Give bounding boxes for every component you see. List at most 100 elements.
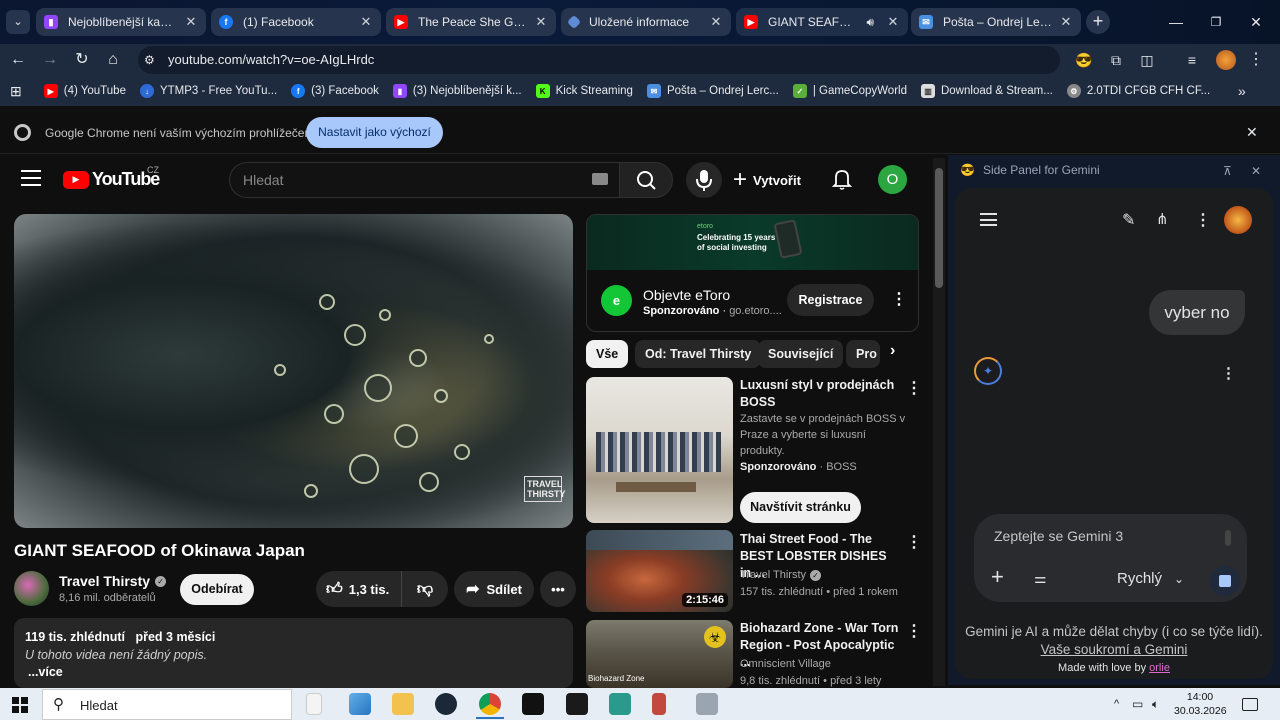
bookmark-download-stream[interactable]: ▥ Download & Stream...	[920, 84, 1053, 98]
more-actions-button[interactable]: •••	[540, 571, 576, 607]
chip-from-channel[interactable]: Od: Travel Thirsty	[635, 340, 762, 368]
close-window-button[interactable]: ✕	[1244, 10, 1268, 34]
youtube-logo[interactable]: ▶ YouTube	[63, 169, 160, 190]
bookmark-tdi[interactable]: ⚙ 2.0TDI CFGB CFH CF...	[1066, 84, 1210, 98]
keyboard-icon[interactable]	[592, 173, 608, 185]
visit-site-button[interactable]: Navštívit stránku	[740, 492, 861, 523]
bookmark-twitch[interactable]: ▮ (3) Nejoblíbenější k...	[392, 84, 522, 98]
search-input[interactable]: Hledat	[229, 162, 619, 198]
gemini-more-icon[interactable]: ⋮	[1195, 210, 1211, 230]
minimize-button[interactable]: —	[1164, 10, 1188, 34]
close-icon[interactable]: ✕	[359, 14, 373, 30]
show-more-link[interactable]: ...více	[28, 665, 63, 679]
share-button[interactable]: ➦ Sdílet	[454, 571, 534, 607]
extension-icon[interactable]: 😎	[1072, 48, 1096, 72]
ad-card[interactable]: etoro Celebrating 15 years of social inv…	[586, 214, 919, 332]
app-icon-gray[interactable]	[696, 693, 718, 715]
taskbar-search-input[interactable]: ⚲ Hledat	[42, 689, 292, 720]
photos-icon[interactable]	[349, 693, 371, 715]
file-explorer-icon[interactable]	[392, 693, 414, 715]
channel-name-row[interactable]: Travel Thirsty ✓	[59, 573, 167, 589]
ad-more-icon[interactable]: ⋮	[891, 289, 907, 309]
thai-food-thumbnail[interactable]: 2:15:46	[586, 530, 733, 612]
notepad-icon[interactable]	[306, 693, 322, 715]
biohazard-thumbnail[interactable]: ☣ Biohazard Zone	[586, 620, 733, 688]
app-icon-teal[interactable]	[609, 693, 631, 715]
url-text[interactable]: youtube.com/watch?v=oe-AIgLHrdc	[168, 52, 374, 67]
extensions-puzzle-icon[interactable]: ⧉	[1104, 48, 1128, 72]
restore-button[interactable]: ❐	[1204, 10, 1228, 34]
hamburger-menu-icon[interactable]	[21, 170, 41, 186]
windows-start-icon[interactable]	[12, 697, 28, 713]
forward-button[interactable]: →	[38, 48, 62, 72]
search-button[interactable]	[619, 162, 673, 198]
tab-outlook[interactable]: ✉ Pošta – Ondrej Lerch – Outlook ✕	[911, 8, 1081, 36]
dislike-button[interactable]: 👎︎	[402, 580, 448, 599]
boss-ad-thumbnail[interactable]	[586, 377, 733, 523]
media-control-icon[interactable]: ≡	[1180, 48, 1204, 72]
menu-icon[interactable]: ⋮	[1244, 48, 1268, 72]
voice-search-button[interactable]	[686, 162, 722, 198]
create-button[interactable]: + Vytvořit	[733, 162, 807, 198]
chip-all[interactable]: Vše	[586, 340, 629, 368]
account-avatar[interactable]: O	[878, 165, 907, 194]
new-chat-icon[interactable]: ✎	[1122, 210, 1135, 230]
tab-twitch[interactable]: ▮ Nejoblíbenější kanály - Twitch ✕	[36, 8, 206, 36]
back-button[interactable]: ←	[6, 48, 30, 72]
close-icon[interactable]: ✕	[184, 14, 198, 30]
response-more-icon[interactable]: ⋮	[1221, 364, 1236, 382]
bookmark-ytmp3[interactable]: ↓ YTMP3 - Free YouTu...	[139, 84, 277, 98]
app-icon-triangle[interactable]	[522, 693, 544, 715]
set-default-button[interactable]: Nastavit jako výchozí	[306, 117, 443, 148]
bookmark-gamecopyworld[interactable]: ✓ | GameCopyWorld	[792, 84, 907, 98]
rec-channel[interactable]: Omniscient Village	[740, 656, 910, 672]
profile-avatar[interactable]	[1216, 50, 1236, 70]
apps-icon[interactable]: ⊞	[10, 83, 22, 100]
volume-app-icon[interactable]	[652, 693, 666, 715]
ad-banner[interactable]: etoro Celebrating 15 years of social inv…	[587, 215, 918, 270]
page-scrollbar[interactable]	[933, 158, 945, 686]
steam-icon[interactable]	[435, 693, 457, 715]
tab-search-button[interactable]: ⌄	[6, 10, 30, 34]
chip-related[interactable]: Související	[758, 340, 844, 368]
close-icon[interactable]: ✕	[534, 14, 548, 30]
close-infobar-icon[interactable]: ✕	[1246, 124, 1258, 141]
pin-icon[interactable]: ⊼	[1223, 164, 1232, 178]
chrome-taskbar-icon[interactable]	[479, 693, 501, 715]
chip-for-you[interactable]: Pro	[846, 340, 880, 368]
subscribe-button[interactable]: Odebírat	[180, 574, 254, 605]
close-icon[interactable]: ✕	[886, 14, 900, 30]
close-icon[interactable]: ✕	[709, 14, 723, 30]
close-icon[interactable]: ✕	[1059, 14, 1073, 30]
rec-more-icon[interactable]: ⋮	[906, 621, 922, 641]
author-link[interactable]: orlie	[1149, 662, 1170, 674]
tab-giant-seafood[interactable]: ▶ GIANT SEAFOOD of 🔊︎ ✕	[736, 8, 908, 36]
mode-selector[interactable]: Rychlý ⌄	[1117, 570, 1184, 587]
rec-title[interactable]: Luxusní styl v prodejnách BOSS	[740, 377, 900, 411]
notifications-bell-icon[interactable]	[832, 168, 852, 190]
like-button[interactable]: 👍︎ 1,3 tis.	[316, 571, 402, 607]
tools-icon[interactable]: ⚌	[1034, 570, 1047, 587]
close-panel-icon[interactable]: ✕	[1251, 164, 1261, 178]
tab-youtube-peace[interactable]: ▶ The Peace She Guards | ✕	[386, 8, 556, 36]
speaker-icon[interactable]: 🔊︎	[866, 15, 874, 30]
bookmark-outlook[interactable]: ✉ Pošta – Ondrej Lerc...	[646, 84, 779, 98]
rec-channel-row[interactable]: Travel Thirsty ✓	[740, 567, 910, 583]
volume-icon[interactable]: 🔈︎	[1152, 697, 1159, 712]
gemini-input-box[interactable]: Zeptejte se Gemini 3 + ⚌ Rychlý ⌄	[974, 514, 1247, 602]
home-button[interactable]: ⌂	[101, 48, 125, 72]
video-player[interactable]: TRAVEL THIRSTY	[14, 214, 573, 528]
notification-center-icon[interactable]	[1242, 698, 1258, 711]
scrollbar-thumb[interactable]	[935, 168, 943, 288]
stop-button[interactable]	[1210, 566, 1240, 596]
bookmarks-overflow-icon[interactable]: »	[1238, 83, 1246, 99]
chips-next-icon[interactable]: ›	[890, 342, 895, 360]
gemini-avatar[interactable]	[1224, 206, 1252, 234]
rec-more-icon[interactable]: ⋮	[906, 532, 922, 552]
clock[interactable]: 14:00 30.03.2026	[1174, 690, 1227, 718]
gemini-menu-icon[interactable]	[980, 213, 997, 226]
bookmark-kick[interactable]: K Kick Streaming	[535, 84, 633, 98]
share-icon[interactable]: ⋔	[1156, 210, 1169, 228]
rec-more-icon[interactable]: ⋮	[906, 378, 922, 398]
new-tab-button[interactable]: +	[1086, 10, 1110, 34]
